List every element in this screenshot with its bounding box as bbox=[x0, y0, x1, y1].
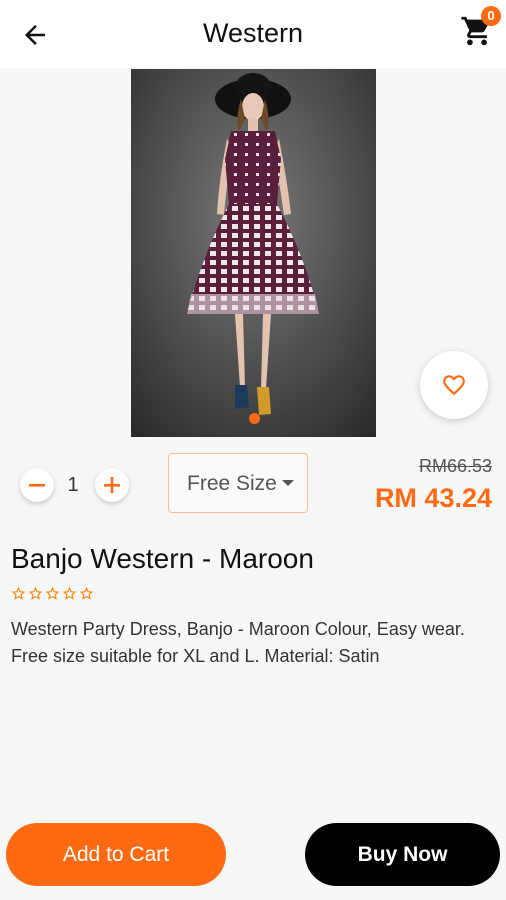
size-dropdown[interactable]: Free Size bbox=[168, 453, 308, 513]
product-name: Banjo Western - Maroon bbox=[11, 543, 314, 574]
quantity-decrease-button[interactable] bbox=[20, 468, 54, 502]
product-image[interactable] bbox=[131, 69, 376, 437]
favorite-button[interactable] bbox=[420, 351, 488, 419]
page-title: Western bbox=[202, 18, 304, 48]
size-selected-label: Free Size bbox=[187, 472, 277, 495]
image-indicator-dot bbox=[249, 413, 260, 424]
buy-now-button[interactable]: Buy Now bbox=[305, 823, 500, 886]
original-price: RM66.53 bbox=[418, 456, 492, 476]
dropdown-arrow-icon bbox=[282, 480, 294, 486]
star-outline-icon bbox=[45, 586, 60, 600]
cart-count-badge: 0 bbox=[481, 6, 501, 26]
star-outline-icon bbox=[11, 586, 26, 600]
rating-stars bbox=[11, 586, 96, 602]
star-outline-icon bbox=[79, 586, 94, 600]
star-outline-icon bbox=[62, 586, 77, 600]
heart-icon bbox=[443, 375, 465, 396]
app-bar: Western 0 bbox=[0, 0, 506, 68]
product-description: Western Party Dress, Banjo - Maroon Colo… bbox=[11, 619, 465, 666]
add-to-cart-button[interactable]: Add to Cart bbox=[6, 823, 226, 886]
quantity-increase-button[interactable] bbox=[95, 468, 129, 502]
minus-icon bbox=[29, 484, 45, 487]
sale-price: RM 43.24 bbox=[374, 483, 492, 513]
star-outline-icon bbox=[28, 586, 43, 600]
plus-icon bbox=[104, 477, 120, 493]
quantity-value: 1 bbox=[67, 474, 79, 496]
